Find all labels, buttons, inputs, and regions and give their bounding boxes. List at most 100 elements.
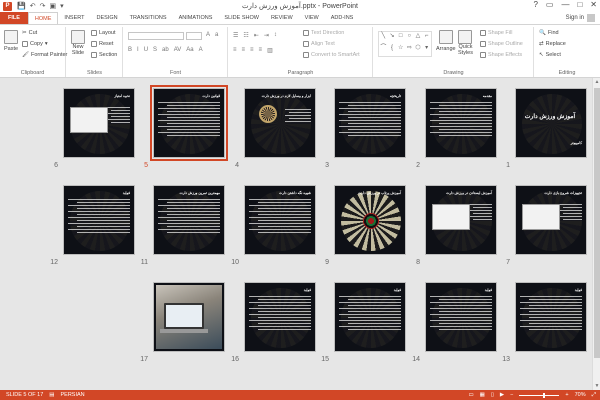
layout-button[interactable]: Layout [91,30,116,36]
slide-thumbnail-14[interactable]: فواید [425,282,497,352]
normal-view-icon[interactable]: ▭ [468,392,473,398]
customize-qat-icon[interactable]: ▾ [60,2,64,10]
strikethrough-icon[interactable]: S [153,47,157,53]
tab-file[interactable]: FILE [0,12,28,24]
shadow-icon[interactable]: ab [162,47,169,53]
format-painter-button[interactable]: 🖌 Format Painter [22,52,67,58]
slide-thumbnail-11[interactable]: مهمترین تمرین ورزش دارت [153,185,225,255]
zoom-slider[interactable] [519,392,560,398]
slide-thumbnail-10[interactable]: شیوه نگه داشتن دارت [244,185,316,255]
tab-add-ins[interactable]: ADD-INS [325,12,360,24]
font-size-field[interactable] [186,32,202,40]
arrow-shape-icon[interactable]: ↘ [388,32,397,44]
scroll-down-icon[interactable]: ▼ [593,382,600,390]
hexagon-shape-icon[interactable]: ⬡ [414,44,423,56]
redo-icon[interactable]: ↷ [40,2,46,10]
slide-sorter-view-icon[interactable]: ▦ [480,392,485,398]
language-indicator[interactable]: PERSIAN [61,392,85,398]
numbering-icon[interactable]: ☷ [243,32,248,39]
align-center-icon[interactable]: ≡ [242,47,246,54]
bold-icon[interactable]: B [128,47,132,53]
tab-transitions[interactable]: TRANSITIONS [124,12,173,24]
maximize-button[interactable]: □ [577,0,582,9]
slide-thumbnail-1[interactable]: آموزش ورزش دارت کامپیوتر [515,88,587,158]
paste-button[interactable]: Paste [4,30,18,52]
scroll-up-icon[interactable]: ▲ [593,78,600,86]
curve-shape-icon[interactable]: ⌒ [379,44,388,56]
star-shape-icon[interactable]: ☆ [396,44,405,56]
slide-thumbnail-8[interactable]: آموزش ایستادن در ورزش دارت [425,185,497,255]
shape-fill-button[interactable]: Shape Fill [480,30,512,36]
align-text-button[interactable]: Align Text [303,41,335,47]
slideshow-view-icon[interactable]: ▶ [500,392,504,398]
shrink-font-icon[interactable]: a [215,32,218,38]
slide-thumbnail-16[interactable]: فواید [244,282,316,352]
ribbon-display-button[interactable]: ▭ [546,0,554,9]
slide-thumbnail-7[interactable]: تجهیزات شروع بازی دارت [515,185,587,255]
shape-effects-button[interactable]: Shape Effects [480,52,522,58]
zoom-out-icon[interactable]: − [510,392,513,398]
decrease-indent-icon[interactable]: ⇤ [254,32,259,39]
brace-shape-icon[interactable]: { [388,44,397,56]
slide-thumbnail-13[interactable]: فواید [515,282,587,352]
change-case-icon[interactable]: Aa [186,47,193,53]
slide-thumbnail-3[interactable]: تاریخچه [334,88,406,158]
minimize-button[interactable]: — [561,0,569,9]
shape-outline-button[interactable]: Shape Outline [480,41,523,47]
oval-shape-icon[interactable]: ○ [405,32,414,44]
slide-thumbnail-9[interactable]: آموزش پرتاب در ورزش دارت [334,185,406,255]
zoom-in-icon[interactable]: + [565,392,568,398]
tab-slide-show[interactable]: SLIDE SHOW [218,12,265,24]
triangle-shape-icon[interactable]: △ [414,32,423,44]
tab-home[interactable]: HOME [27,12,59,24]
close-button[interactable]: ✕ [590,0,597,9]
align-left-icon[interactable]: ≡ [233,47,237,54]
copy-button[interactable]: Copy ▾ [22,41,48,47]
more-shapes-icon[interactable]: ▾ [422,44,431,56]
quick-styles-button[interactable]: Quick Styles [458,30,473,56]
spell-check-icon[interactable]: ▤ [49,392,54,398]
slide-thumbnail-6[interactable]: نحوه امتیاز [63,88,135,158]
replace-button[interactable]: ⇄ Replace [539,41,566,47]
elbow-shape-icon[interactable]: ⌐ [422,32,431,44]
rect-shape-icon[interactable]: □ [396,32,405,44]
increase-indent-icon[interactable]: ⇥ [264,32,269,39]
tab-insert[interactable]: INSERT [58,12,90,24]
underline-icon[interactable]: U [144,47,148,53]
grow-font-icon[interactable]: A [206,32,210,38]
align-right-icon[interactable]: ≡ [250,47,254,54]
font-color-icon[interactable]: A [199,47,203,53]
scroll-thumb[interactable] [594,88,600,358]
save-icon[interactable]: 💾 [17,2,26,10]
line-spacing-icon[interactable]: ↕ [274,32,277,39]
slide-thumbnail-5[interactable]: قوانین دارت [150,85,228,161]
start-slideshow-icon[interactable]: ▣ [49,2,56,10]
shapes-gallery[interactable]: ╲ ↘ □ ○ △ ⌐ ⌒ { ☆ ⇨ ⬡ ▾ [378,31,432,57]
arrange-button[interactable]: Arrange [436,30,456,52]
reading-view-icon[interactable]: ▯ [491,392,494,398]
tab-review[interactable]: REVIEW [265,12,299,24]
text-direction-button[interactable]: Text Direction [303,30,344,36]
font-name-field[interactable] [128,32,184,40]
reset-button[interactable]: Reset [91,41,113,47]
char-spacing-icon[interactable]: AV [174,47,182,53]
justify-icon[interactable]: ≡ [259,47,263,54]
powerpoint-app-icon[interactable]: P [3,1,12,11]
find-button[interactable]: 🔍 Find [539,30,559,36]
columns-icon[interactable]: ▥ [267,47,273,54]
slide-thumbnail-4[interactable]: ابزار و وسایل لازم در ورزش دارت [244,88,316,158]
italic-icon[interactable]: I [137,47,139,53]
tab-view[interactable]: VIEW [299,12,325,24]
zoom-knob[interactable] [543,392,546,398]
vertical-scrollbar[interactable]: ▲ ▼ [592,78,600,390]
sign-in[interactable]: Sign in [566,14,595,22]
tab-animations[interactable]: ANIMATIONS [173,12,219,24]
help-button[interactable]: ? [533,0,537,9]
new-slide-button[interactable]: New Slide [71,30,85,56]
right-arrow-shape-icon[interactable]: ⇨ [405,44,414,56]
select-button[interactable]: ↖ Select [539,52,561,58]
slide-thumbnail-17[interactable] [153,282,225,352]
slide-thumbnail-12[interactable]: فواید [63,185,135,255]
slide-thumbnail-15[interactable]: فواید [334,282,406,352]
section-button[interactable]: Section [91,52,117,58]
